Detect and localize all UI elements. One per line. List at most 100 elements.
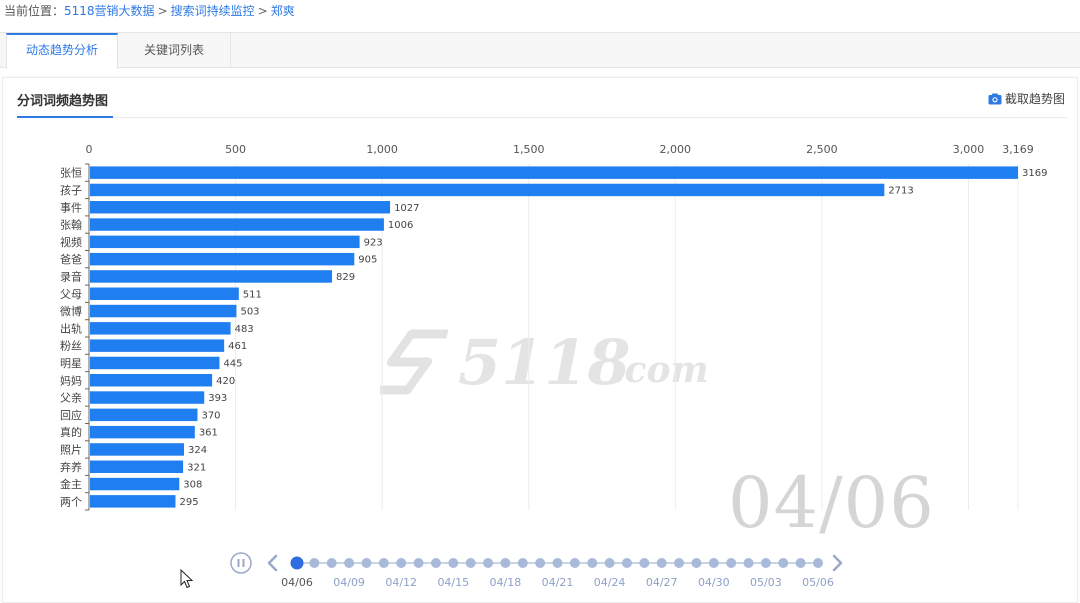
timeline-dot[interactable] — [552, 558, 563, 568]
timeline-label[interactable]: 05/03 — [750, 576, 782, 589]
timeline-dot[interactable] — [604, 558, 615, 568]
bar[interactable] — [90, 304, 237, 318]
timeline-label[interactable]: 04/09 — [333, 576, 365, 589]
timeline-dot[interactable] — [344, 558, 355, 568]
x-tick-label: 2,000 — [660, 143, 692, 156]
timeline-dot[interactable] — [535, 558, 546, 568]
bar[interactable] — [90, 391, 205, 404]
timeline-dot[interactable] — [413, 558, 424, 568]
bar[interactable] — [90, 339, 225, 352]
bar[interactable] — [90, 322, 231, 335]
timeline-dot[interactable] — [674, 558, 685, 568]
y-category-label: 爸爸 — [60, 253, 82, 266]
bar-value-label: 321 — [187, 462, 206, 473]
timeline-label[interactable]: 04/24 — [594, 576, 626, 589]
bar[interactable] — [90, 166, 1018, 179]
x-tick-label: 3,169 — [1002, 143, 1034, 156]
timeline-dot[interactable] — [743, 558, 754, 568]
current-date-watermark: 04/06 — [728, 462, 935, 544]
timeline-dot[interactable] — [587, 558, 598, 568]
bar-value-label: 2713 — [888, 185, 913, 196]
x-tick-label: 500 — [225, 143, 246, 156]
timeline-dot[interactable] — [361, 558, 372, 568]
timeline-label[interactable]: 05/06 — [802, 576, 834, 589]
timeline-dot[interactable] — [708, 558, 719, 568]
chart-bars — [90, 166, 1018, 508]
timeline-dot[interactable] — [778, 558, 789, 568]
bar-value-label: 511 — [243, 289, 262, 300]
bar-value-label: 503 — [240, 307, 259, 318]
timeline-dot[interactable] — [396, 558, 407, 568]
x-tick-label: 1,500 — [513, 143, 545, 156]
timeline-label[interactable]: 04/06 — [281, 576, 313, 589]
timeline-label[interactable]: 04/12 — [385, 576, 417, 589]
chevron-left-icon[interactable] — [267, 554, 278, 572]
y-category-label: 微博 — [60, 304, 82, 318]
timeline-dot[interactable] — [326, 558, 337, 568]
timeline-dot[interactable] — [760, 558, 771, 568]
bar-value-label: 445 — [223, 358, 242, 369]
bar[interactable] — [90, 425, 195, 439]
timeline-label[interactable]: 04/21 — [542, 576, 574, 589]
chart-y-axis: 张恒孩子事件张翰视频爸爸录音父母微博出轨粉丝明星妈妈父亲回应真的照片弃养金主两个 — [60, 163, 90, 511]
y-category-label: 张翰 — [60, 218, 82, 232]
timeline-dot[interactable] — [656, 558, 667, 568]
chart-grid — [235, 164, 1019, 510]
bar[interactable] — [90, 183, 885, 197]
timeline-dot[interactable] — [726, 558, 737, 568]
y-category-label: 录音 — [60, 269, 82, 283]
bar[interactable] — [90, 477, 180, 491]
timeline-dot[interactable] — [448, 558, 459, 568]
y-category-label: 妈妈 — [60, 373, 82, 387]
pause-icon-bar — [237, 559, 240, 567]
y-category-label: 出轨 — [60, 321, 82, 335]
bar[interactable] — [90, 408, 198, 422]
bar[interactable] — [90, 235, 360, 249]
timeline-dot[interactable] — [569, 558, 580, 568]
bar-value-label: 829 — [336, 272, 355, 283]
bar[interactable] — [90, 252, 355, 266]
timeline-dot[interactable] — [621, 558, 632, 568]
y-category-label: 两个 — [60, 495, 82, 508]
bar[interactable] — [90, 356, 220, 370]
chart-x-axis: 0 500 1,000 1,500 2,000 2,500 3,000 3,169 — [86, 143, 1034, 156]
bar-value-label: 483 — [235, 324, 254, 335]
mouse-cursor-icon — [180, 569, 194, 589]
x-tick-label: 2,500 — [806, 143, 838, 156]
timeline-dot[interactable] — [309, 558, 320, 568]
timeline-dot[interactable] — [378, 558, 389, 568]
y-category-label: 回应 — [60, 408, 82, 422]
timeline-label[interactable]: 04/27 — [646, 576, 678, 589]
bar[interactable] — [90, 287, 239, 300]
y-category-label: 父亲 — [60, 391, 82, 405]
bar[interactable] — [90, 374, 213, 387]
bar[interactable] — [90, 460, 184, 473]
bar-value-label: 324 — [188, 445, 207, 456]
timeline-dot[interactable] — [813, 558, 823, 568]
timeline-dot[interactable] — [639, 558, 650, 568]
timeline-dot-active[interactable] — [290, 556, 304, 570]
timeline-label[interactable]: 04/15 — [437, 576, 469, 589]
timeline-dot[interactable] — [465, 558, 476, 568]
bar[interactable] — [90, 270, 333, 283]
timeline-label[interactable]: 04/18 — [490, 576, 522, 589]
bar-value-label: 905 — [358, 255, 377, 266]
bar[interactable] — [90, 443, 184, 456]
bar[interactable] — [90, 495, 176, 508]
bar-value-label: 361 — [199, 428, 218, 439]
x-tick-label: 1,000 — [366, 143, 398, 156]
timeline-dot[interactable] — [795, 558, 806, 568]
bar[interactable] — [90, 218, 384, 231]
timeline-dot[interactable] — [430, 558, 441, 568]
pause-button[interactable] — [230, 552, 252, 574]
timeline-dot[interactable] — [500, 558, 511, 568]
timeline-dot[interactable] — [483, 558, 494, 568]
timeline-label[interactable]: 04/30 — [698, 576, 730, 589]
chevron-right-icon[interactable] — [832, 554, 843, 572]
timeline-dot[interactable] — [517, 558, 528, 568]
bar-value-label: 393 — [208, 393, 227, 404]
bar[interactable] — [90, 201, 391, 214]
pause-icon-bar — [242, 559, 245, 567]
timeline-dot[interactable] — [691, 558, 702, 568]
bar-value-label: 308 — [183, 480, 202, 491]
